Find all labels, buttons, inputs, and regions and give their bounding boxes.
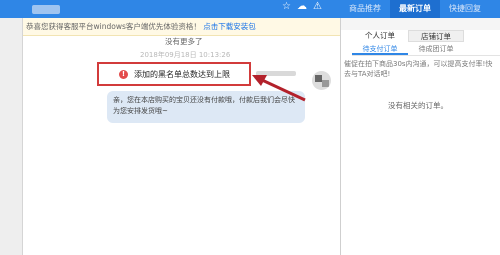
panel-divider [340, 18, 341, 255]
segment-personal-orders[interactable]: 个人订单 [352, 30, 408, 42]
orders-empty-state: 没有相关的订单。 [388, 101, 448, 110]
segment-shop-orders[interactable]: 店铺订单 [408, 30, 464, 42]
orders-hint: 催促在拍下商品30s内沟通，可以提高支付率!快去与TA对话吧! [344, 60, 493, 78]
tab-pending-payment[interactable]: 待支付订单 [352, 43, 408, 55]
tab-pending-group[interactable]: 待成团订单 [408, 43, 464, 55]
order-type-switch: 个人订单 店铺订单 [352, 30, 464, 42]
orders-header [341, 18, 500, 30]
order-subtabs: 待支付订单 待成团订单 [352, 43, 500, 56]
